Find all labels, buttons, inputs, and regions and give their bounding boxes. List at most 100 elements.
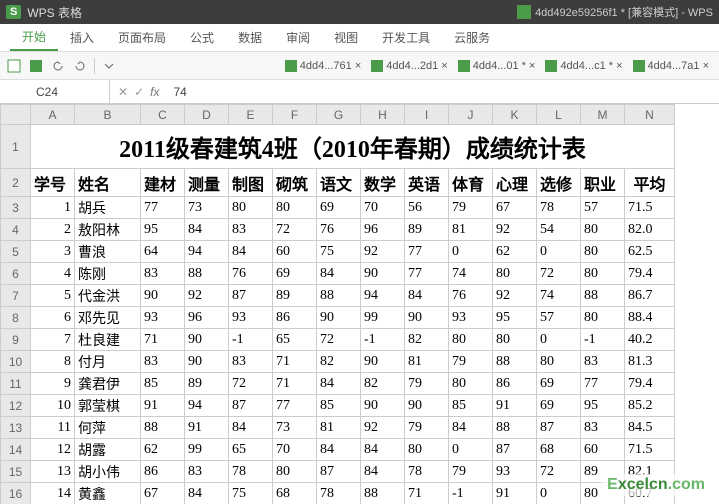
- cell[interactable]: 90: [185, 351, 229, 373]
- cell[interactable]: 13: [31, 461, 75, 483]
- cell[interactable]: 71.5: [625, 439, 675, 461]
- redo-icon[interactable]: [72, 58, 88, 74]
- cell[interactable]: 91: [141, 395, 185, 417]
- cell[interactable]: 龚君伊: [75, 373, 141, 395]
- cell[interactable]: 56: [405, 197, 449, 219]
- cell[interactable]: 曹浪: [75, 241, 141, 263]
- cell[interactable]: 79: [449, 351, 493, 373]
- file-tab-3[interactable]: 4dd4...c1 * ×: [541, 58, 626, 74]
- cell[interactable]: 敖阳林: [75, 219, 141, 241]
- row-head-12[interactable]: 12: [1, 395, 31, 417]
- cell[interactable]: 7: [31, 329, 75, 351]
- cell[interactable]: -1: [581, 329, 625, 351]
- cell[interactable]: -1: [449, 483, 493, 504]
- row-head-15[interactable]: 15: [1, 461, 31, 483]
- cell[interactable]: 88: [185, 263, 229, 285]
- file-tab-2[interactable]: 4dd4...01 * ×: [454, 58, 540, 74]
- cell[interactable]: 79.4: [625, 373, 675, 395]
- cell[interactable]: 0: [537, 241, 581, 263]
- cell[interactable]: 90: [405, 307, 449, 329]
- cell[interactable]: 80: [405, 439, 449, 461]
- row-head-16[interactable]: 16: [1, 483, 31, 504]
- cell[interactable]: 75: [229, 483, 273, 504]
- cell[interactable]: 69: [273, 263, 317, 285]
- cell[interactable]: 85: [449, 395, 493, 417]
- cell[interactable]: 75: [317, 241, 361, 263]
- cell[interactable]: 82.0: [625, 219, 675, 241]
- cancel-icon[interactable]: ✕: [118, 85, 128, 99]
- cell[interactable]: 62: [141, 439, 185, 461]
- cell[interactable]: 81: [405, 351, 449, 373]
- cell[interactable]: 78: [405, 461, 449, 483]
- col-head-H[interactable]: H: [361, 105, 405, 125]
- menu-tab-6[interactable]: 视图: [322, 24, 370, 51]
- cell[interactable]: 93: [493, 461, 537, 483]
- cell[interactable]: 85: [317, 395, 361, 417]
- cell[interactable]: 74: [449, 263, 493, 285]
- cell[interactable]: 83: [229, 219, 273, 241]
- cell[interactable]: 84: [185, 219, 229, 241]
- col-head-B[interactable]: B: [75, 105, 141, 125]
- cell[interactable]: 92: [361, 417, 405, 439]
- menu-tab-5[interactable]: 审阅: [274, 24, 322, 51]
- cell[interactable]: 郭莹棋: [75, 395, 141, 417]
- cell[interactable]: 83: [185, 461, 229, 483]
- menu-tab-4[interactable]: 数据: [226, 24, 274, 51]
- cell[interactable]: 81: [449, 219, 493, 241]
- cell[interactable]: 胡露: [75, 439, 141, 461]
- cell[interactable]: -1: [229, 329, 273, 351]
- cell[interactable]: 90: [405, 395, 449, 417]
- header-cell[interactable]: 选修: [537, 169, 581, 197]
- cell[interactable]: 84: [361, 439, 405, 461]
- menu-tab-8[interactable]: 云服务: [442, 24, 502, 51]
- cell[interactable]: 6: [31, 307, 75, 329]
- cell[interactable]: 85.2: [625, 395, 675, 417]
- col-head-I[interactable]: I: [405, 105, 449, 125]
- cell[interactable]: 78: [317, 483, 361, 504]
- col-head-A[interactable]: A: [31, 105, 75, 125]
- cell[interactable]: 93: [141, 307, 185, 329]
- header-cell[interactable]: 姓名: [75, 169, 141, 197]
- cell[interactable]: 0: [537, 329, 581, 351]
- cell[interactable]: 80: [581, 307, 625, 329]
- cell[interactable]: 88: [141, 417, 185, 439]
- header-cell[interactable]: 建材: [141, 169, 185, 197]
- dropdown-icon[interactable]: [101, 58, 117, 74]
- cell[interactable]: 88: [493, 417, 537, 439]
- cell[interactable]: 88: [361, 483, 405, 504]
- cell[interactable]: 84: [317, 373, 361, 395]
- formula-value[interactable]: 74: [167, 85, 192, 99]
- cell[interactable]: 何萍: [75, 417, 141, 439]
- cell[interactable]: 94: [185, 395, 229, 417]
- cell[interactable]: 80: [581, 241, 625, 263]
- cell[interactable]: 73: [273, 417, 317, 439]
- cell[interactable]: 2: [31, 219, 75, 241]
- cell[interactable]: 83: [141, 351, 185, 373]
- cell[interactable]: 92: [361, 241, 405, 263]
- cell[interactable]: 84: [361, 461, 405, 483]
- cell[interactable]: 93: [229, 307, 273, 329]
- cell[interactable]: 65: [273, 329, 317, 351]
- header-cell[interactable]: 心理: [493, 169, 537, 197]
- cell[interactable]: 90: [361, 351, 405, 373]
- cell[interactable]: 81: [317, 417, 361, 439]
- menu-tab-0[interactable]: 开始: [10, 24, 58, 51]
- cell[interactable]: 9: [31, 373, 75, 395]
- title-cell[interactable]: 2011级春建筑4班（2010年春期）成绩统计表: [31, 125, 675, 169]
- cell[interactable]: 付月: [75, 351, 141, 373]
- row-head-13[interactable]: 13: [1, 417, 31, 439]
- cell[interactable]: 77: [405, 263, 449, 285]
- cell[interactable]: 3: [31, 241, 75, 263]
- cell[interactable]: 0: [449, 241, 493, 263]
- cell[interactable]: 72: [537, 263, 581, 285]
- cell[interactable]: 12: [31, 439, 75, 461]
- cell[interactable]: 78: [537, 197, 581, 219]
- cell[interactable]: 14: [31, 483, 75, 504]
- cell[interactable]: 40.2: [625, 329, 675, 351]
- row-head-1[interactable]: 1: [1, 125, 31, 169]
- cell[interactable]: 84.5: [625, 417, 675, 439]
- save-icon[interactable]: [28, 58, 44, 74]
- cell[interactable]: 60: [581, 439, 625, 461]
- cell[interactable]: 83: [581, 351, 625, 373]
- select-all[interactable]: [1, 105, 31, 125]
